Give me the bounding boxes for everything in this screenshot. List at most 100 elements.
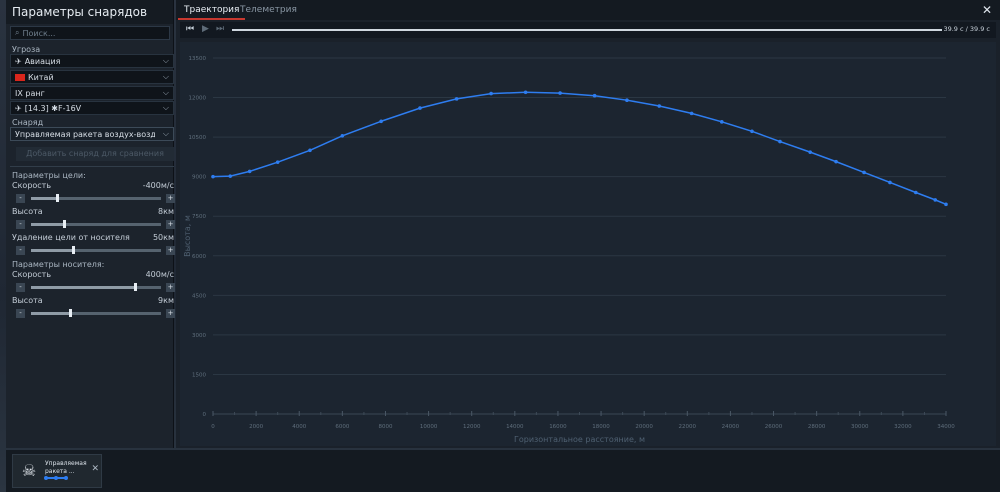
trajectory-point: [592, 93, 597, 98]
slider-thumb[interactable]: [56, 194, 59, 202]
y-tick-label: 3000: [192, 333, 206, 339]
slider-track[interactable]: [31, 194, 161, 202]
trajectory-point: [418, 106, 422, 110]
tab-telemetry[interactable]: Телеметрия: [234, 0, 303, 20]
x-tick-label: 0: [211, 424, 215, 430]
slider-track[interactable]: [31, 283, 161, 291]
trajectory-point: [933, 198, 938, 202]
carrier-speed-slider[interactable]: - +: [16, 283, 176, 293]
target-speed-row: Скорость -400м/с: [12, 181, 174, 190]
carrier-speed-value: 400м/с: [145, 270, 174, 279]
slider-fill: [31, 249, 73, 252]
china-flag-icon: [15, 73, 25, 81]
target-alt-label: Высота: [12, 207, 43, 216]
y-tick-label: 9000: [192, 175, 206, 181]
slider-track[interactable]: [31, 220, 161, 228]
trajectory-point: [308, 148, 312, 153]
x-tick-label: 16000: [549, 424, 567, 430]
shell-dropdown[interactable]: Управляемая ракета воздух-воздух AIM ⌵: [10, 127, 174, 141]
rank-value: IX ранг: [15, 88, 45, 98]
target-params-label: Параметры цели:: [12, 171, 86, 180]
vehicle-dropdown[interactable]: ✈ [14.3] ✱F-16V ⌵: [10, 101, 174, 115]
target-dist-row: Удаление цели от носителя 50км: [12, 233, 174, 242]
shell-value: Управляемая ракета воздух-воздух AIM: [15, 129, 155, 139]
trajectory-point: [340, 133, 345, 138]
y-axis-label: Высота, м: [183, 215, 192, 257]
skip-back-icon[interactable]: ⏮: [186, 24, 194, 34]
trajectory-point: [719, 120, 724, 124]
decrement-button[interactable]: -: [16, 283, 25, 292]
target-speed-slider[interactable]: - +: [16, 194, 176, 204]
increment-button[interactable]: +: [166, 246, 175, 255]
series-dot: [54, 476, 58, 480]
trajectory-point: [808, 150, 812, 154]
increment-button[interactable]: +: [166, 309, 175, 318]
x-tick-label: 28000: [808, 424, 826, 430]
remove-icon[interactable]: ✕: [91, 464, 99, 474]
slider-thumb[interactable]: [62, 220, 66, 228]
trajectory-point: [914, 190, 918, 195]
rank-dropdown[interactable]: IX ранг ⌵: [10, 86, 174, 100]
carrier-alt-slider[interactable]: - +: [16, 309, 176, 319]
vehicle-value: [14.3] ✱F-16V: [24, 103, 82, 113]
trajectory-point: [944, 202, 948, 207]
playback-bar: ⏮ ▶ ⏭ 39.9 с / 39.9 с: [180, 22, 996, 38]
y-tick-label: 0: [203, 412, 207, 418]
target-dist-slider[interactable]: - +: [16, 246, 176, 256]
series-dot: [44, 476, 48, 480]
increment-button[interactable]: +: [166, 283, 175, 292]
close-icon[interactable]: ✕: [982, 3, 992, 17]
chevron-down-icon: ⌵: [162, 129, 169, 138]
target-dist-value: 50км: [152, 233, 174, 242]
slider-thumb[interactable]: [71, 246, 75, 254]
trajectory-point: [211, 174, 215, 179]
target-alt-slider[interactable]: - +: [16, 220, 176, 230]
play-icon[interactable]: ▶: [202, 24, 209, 34]
x-tick-label: 2000: [249, 424, 263, 430]
decrement-button[interactable]: -: [16, 309, 25, 318]
shell-card[interactable]: ☠ Управляемая ракета ... ✕: [12, 454, 102, 488]
decrement-button[interactable]: -: [16, 220, 25, 229]
x-tick-label: 30000: [851, 424, 869, 430]
slider-track[interactable]: [31, 309, 161, 317]
trajectory-point: [275, 160, 280, 164]
trajectory-point: [657, 104, 662, 108]
x-tick-label: 26000: [765, 424, 783, 430]
decrement-button[interactable]: -: [16, 246, 25, 255]
x-tick-label: 4000: [292, 424, 306, 430]
shell-params-panel: Параметры снарядов ⌕ Поиск... Угроза ✈ А…: [6, 0, 176, 448]
slider-thumb[interactable]: [134, 283, 137, 291]
increment-button[interactable]: +: [166, 220, 175, 229]
threat-type-dropdown[interactable]: ✈ Авиация ⌵: [10, 54, 174, 68]
slider-fill: [31, 312, 70, 315]
target-speed-label: Скорость: [12, 181, 52, 190]
y-tick-label: 7500: [192, 214, 206, 220]
playback-progress[interactable]: [232, 29, 942, 31]
chevron-down-icon: ⌵: [162, 88, 169, 97]
target-alt-row: Высота 8км: [12, 207, 174, 216]
x-tick-label: 14000: [506, 424, 524, 430]
slider-track[interactable]: [31, 246, 161, 254]
country-dropdown[interactable]: Китай ⌵: [10, 70, 174, 84]
add-compare-button[interactable]: Добавить снаряд для сравнения: [16, 147, 174, 161]
search-input[interactable]: ⌕ Поиск...: [10, 26, 170, 40]
shell-label: Снаряд: [12, 118, 44, 127]
skip-forward-icon[interactable]: ⏭: [216, 24, 224, 34]
threat-label: Угроза: [12, 45, 41, 54]
increment-button[interactable]: +: [166, 194, 175, 203]
y-tick-label: 13500: [189, 56, 207, 62]
trajectory-point: [862, 170, 866, 175]
x-tick-label: 10000: [420, 424, 438, 430]
trajectory-point: [778, 139, 782, 144]
trajectory-point: [489, 91, 493, 96]
trajectory-point: [247, 169, 252, 174]
comparison-bar: ☠ Управляемая ракета ... ✕: [6, 450, 1000, 492]
trajectory-point: [689, 111, 694, 116]
jet-icon: ✈: [15, 103, 22, 113]
slider-fill: [31, 197, 57, 200]
x-tick-label: 20000: [635, 424, 653, 430]
carrier-alt-value: 9км: [158, 296, 174, 305]
slider-thumb[interactable]: [69, 309, 72, 317]
chevron-down-icon: ⌵: [162, 72, 169, 81]
decrement-button[interactable]: -: [16, 194, 25, 203]
